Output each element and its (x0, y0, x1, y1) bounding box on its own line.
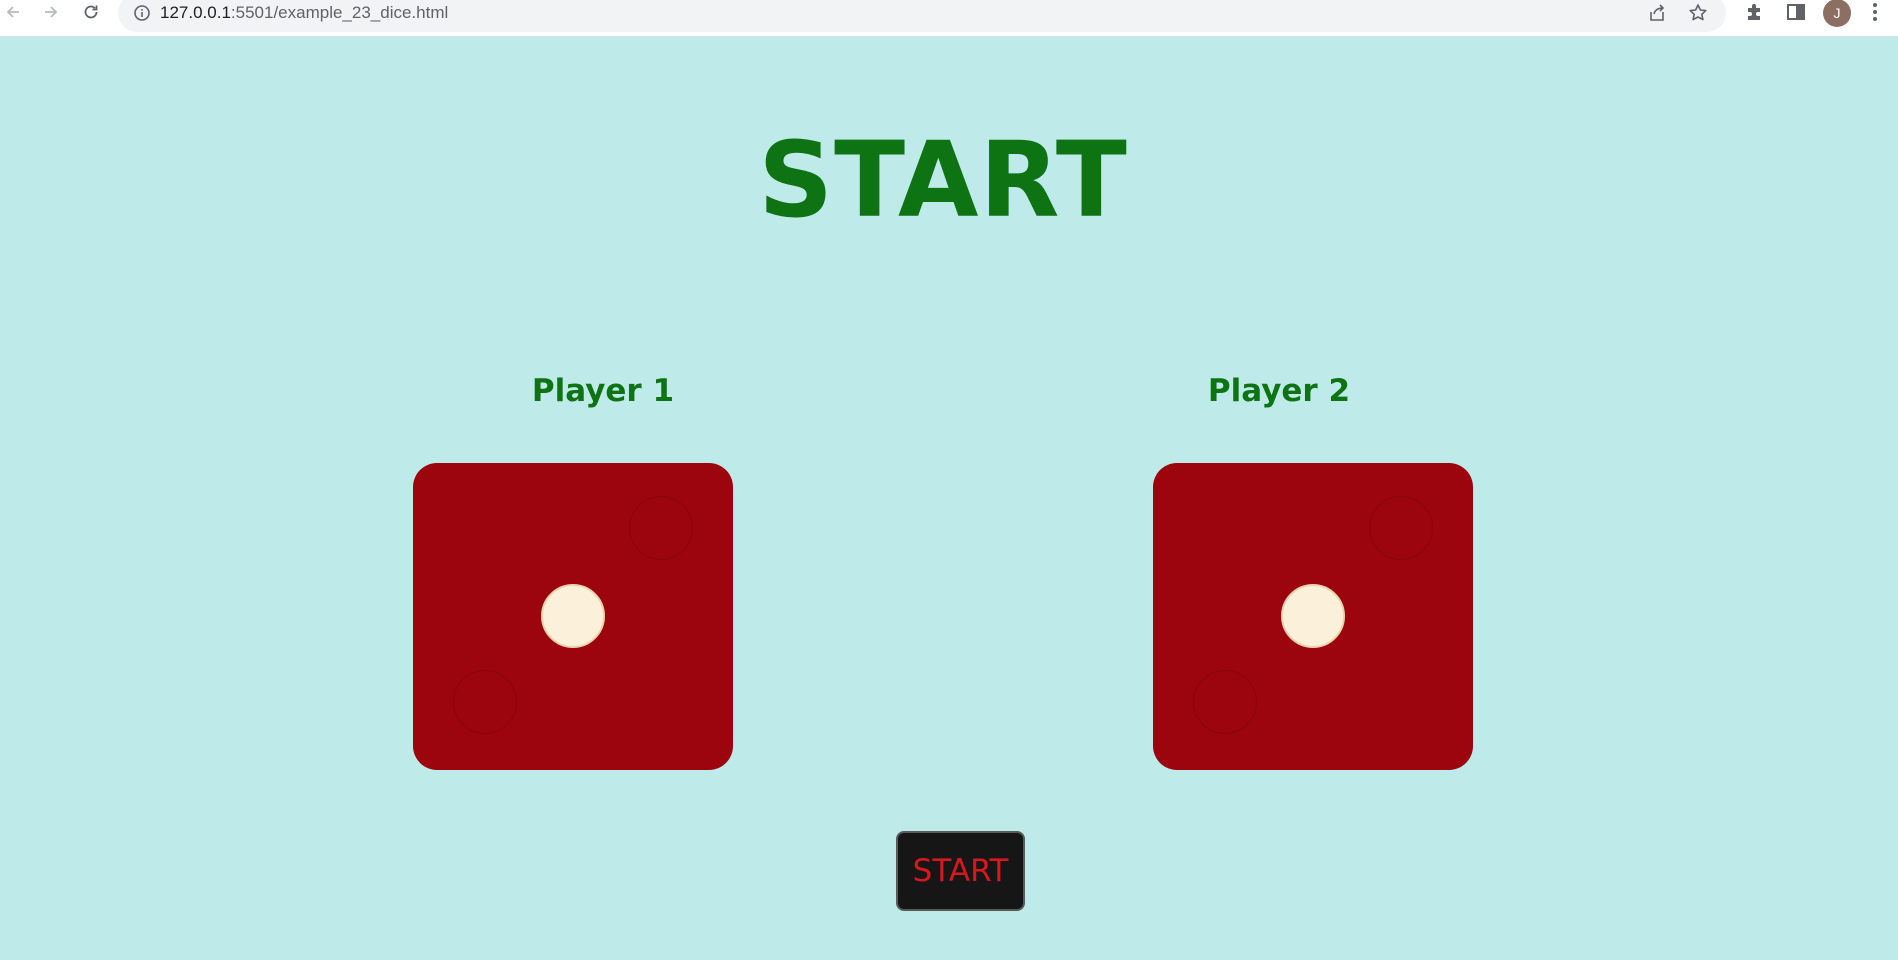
browser-toolbar: 127.0.0.1:5501/example_23_dice.html J (0, 0, 1898, 37)
player-2-die (1153, 463, 1473, 770)
page-title: START (758, 119, 1128, 241)
site-info-icon[interactable] (132, 3, 152, 23)
die-pip-inactive (1193, 670, 1257, 734)
player-1-label: Player 1 (531, 373, 675, 409)
die-pip-inactive (453, 670, 517, 734)
more-menu-icon[interactable] (1864, 1, 1886, 23)
die-pip-inactive (629, 496, 693, 560)
back-arrow-icon[interactable] (0, 0, 28, 24)
reload-icon[interactable] (76, 0, 106, 24)
star-icon[interactable] (1687, 2, 1709, 24)
avatar[interactable]: J (1823, 0, 1851, 27)
url-host: 127.0.0.1 (160, 3, 231, 22)
url-path: :5501/example_23_dice.html (230, 3, 449, 22)
share-icon[interactable] (1646, 2, 1668, 24)
die-pip (1281, 584, 1345, 648)
extensions-icon[interactable] (1744, 1, 1766, 23)
player-2-label: Player 2 (1207, 373, 1351, 409)
die-pip-inactive (1369, 496, 1433, 560)
player-1-die (413, 463, 733, 770)
page-body: START Player 1 Player 2 START (0, 37, 1898, 960)
start-button[interactable]: START (896, 831, 1025, 911)
url-text[interactable]: 127.0.0.1:5501/example_23_dice.html (160, 2, 448, 24)
forward-arrow-icon[interactable] (36, 0, 66, 24)
address-bar[interactable]: 127.0.0.1:5501/example_23_dice.html (118, 0, 1726, 32)
die-pip (541, 584, 605, 648)
side-panel-icon[interactable] (1785, 1, 1807, 23)
